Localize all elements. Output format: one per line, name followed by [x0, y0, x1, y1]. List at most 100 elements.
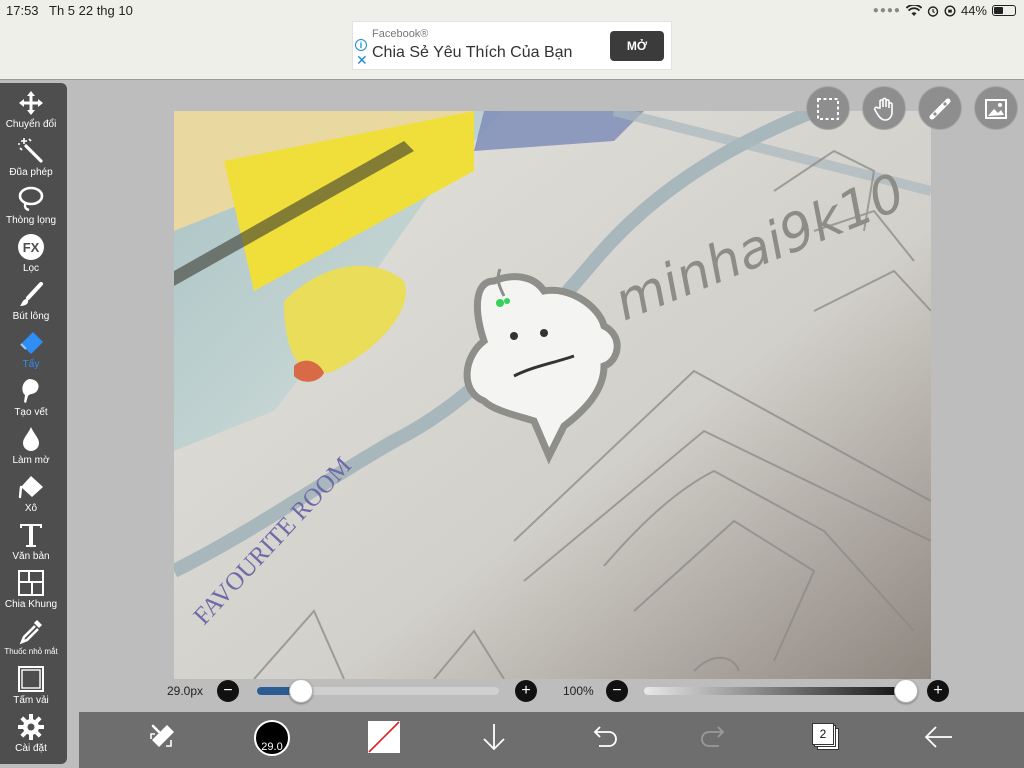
ad-banner[interactable]: i ✕ Facebook® Chia Sẻ Yêu Thích Của Bạn …	[352, 21, 672, 70]
smudge-icon	[22, 379, 39, 403]
alarm-icon	[927, 5, 939, 17]
brush-size-slider: 29.0px − +	[165, 679, 545, 703]
orientation-lock-icon	[944, 4, 956, 17]
download-button[interactable]	[474, 720, 514, 760]
brush-size-value: 29.0px	[167, 684, 204, 698]
tool-smudge[interactable]: Tạo vết	[0, 371, 62, 419]
battery-icon	[992, 5, 1016, 16]
arrow-down-icon	[483, 724, 505, 751]
ad-open-button[interactable]: MỞ	[610, 31, 664, 61]
brush-icon	[20, 282, 43, 306]
tool-label: Thòng lọng	[5, 215, 57, 226]
image-button[interactable]	[974, 86, 1018, 130]
tool-blur[interactable]: Làm mờ	[0, 419, 62, 467]
status-time: 17:53	[6, 3, 39, 18]
hand-button[interactable]	[862, 86, 906, 130]
tool-magic-wand[interactable]: Đũa phép	[0, 131, 62, 179]
battery-percentage: 44%	[960, 3, 987, 18]
brush-indicator-value: 29.0	[261, 741, 283, 753]
opacity-slider: 100% − +	[560, 679, 955, 703]
eyedropper-icon	[19, 620, 42, 645]
tool-frame-divider[interactable]: Chia Khung	[0, 563, 62, 611]
ad-title: Chia Sẻ Yêu Thích Của Bạn	[372, 44, 573, 61]
ad-info-icon[interactable]: i	[355, 39, 367, 51]
blur-drop-icon	[23, 427, 39, 451]
move-icon	[19, 91, 43, 115]
fx-filter-icon: FX	[18, 234, 44, 260]
undo-button[interactable]	[584, 720, 624, 760]
opacity-increase-button[interactable]: +	[927, 680, 949, 702]
wifi-icon	[905, 4, 922, 16]
tool-sidebar: Chuyển đổi Đũa phép Thòng lọng FX Lọc Bú…	[0, 83, 67, 764]
status-bar: 17:53 Th 5 22 thg 10 ●●●● 44%	[0, 0, 1024, 20]
tool-label: Bút lông	[12, 311, 50, 322]
opacity-decrease-button[interactable]: −	[606, 680, 628, 702]
image-icon	[985, 99, 1007, 119]
switch-brush-eraser-button[interactable]	[142, 720, 182, 760]
frame-divider-icon	[18, 570, 44, 596]
opacity-value: 100%	[563, 684, 594, 698]
brush-size-increase-button[interactable]: +	[515, 680, 537, 702]
ad-bar: i ✕ Facebook® Chia Sẻ Yêu Thích Của Bạn …	[0, 20, 1024, 80]
lasso-icon	[18, 186, 44, 212]
selection-marquee-icon	[817, 98, 839, 120]
bottom-toolbar: 29.0 2	[79, 712, 1024, 768]
ruler-button[interactable]	[918, 86, 962, 130]
tool-brush[interactable]: Bút lông	[0, 275, 62, 323]
tool-label: Đũa phép	[9, 167, 53, 178]
tool-label: Làm mờ	[12, 455, 50, 466]
undo-icon	[593, 726, 617, 747]
tool-text[interactable]: Văn bản	[0, 515, 62, 563]
gear-icon	[18, 714, 44, 740]
selection-button[interactable]	[806, 86, 850, 130]
tool-bucket[interactable]: Xô	[0, 467, 62, 515]
ruler-icon	[929, 98, 951, 120]
status-date: Th 5 22 thg 10	[49, 3, 133, 18]
tool-eraser[interactable]: Tẩy	[0, 323, 62, 371]
tool-filter[interactable]: FX Lọc	[0, 227, 62, 275]
eraser-icon	[20, 332, 43, 354]
tool-label: Lọc	[22, 263, 40, 274]
hand-icon	[873, 97, 893, 121]
brush-size-dot-icon: 29.0	[254, 720, 290, 756]
status-right-group: ●●●● 44%	[873, 3, 1016, 18]
brush-size-knob[interactable]	[288, 679, 313, 703]
redo-icon	[701, 726, 725, 747]
tool-transform[interactable]: Chuyển đổi	[0, 83, 62, 131]
layers-icon: 2	[812, 723, 840, 751]
canvas-icon	[18, 666, 44, 692]
tool-label: Chia Khung	[4, 599, 58, 610]
text-icon	[20, 524, 42, 547]
tool-label: Tẩy	[22, 359, 40, 370]
tool-label: Cài đặt	[15, 743, 47, 754]
brush-size-decrease-button[interactable]: −	[217, 680, 239, 702]
tool-label: Chuyển đổi	[5, 119, 57, 130]
svg-text:FX: FX	[23, 240, 40, 255]
magic-wand-icon	[18, 138, 43, 163]
swap-tools-icon	[150, 724, 174, 747]
tool-label: Tạo vết	[14, 407, 48, 418]
tool-label: Văn bản	[12, 551, 50, 562]
battery-level-fill	[994, 7, 1003, 14]
transparent-color-icon	[368, 721, 400, 753]
opacity-knob[interactable]	[894, 679, 918, 703]
cellular-dots-icon: ●●●●	[872, 5, 901, 16]
brush-size-indicator[interactable]: 29.0	[252, 720, 292, 760]
tool-label: Xô	[24, 503, 38, 514]
color-swatch-button[interactable]	[364, 720, 404, 760]
bucket-icon	[18, 476, 43, 499]
layers-button[interactable]: 2	[806, 720, 846, 760]
tool-label: Thuốc nhỏ mắt	[4, 647, 58, 656]
tool-canvas[interactable]: Tấm vải	[0, 659, 62, 707]
ad-close-icon[interactable]: ✕	[356, 53, 368, 67]
tool-label: Tấm vải	[13, 695, 49, 706]
tool-settings[interactable]: Cài đặt	[0, 707, 62, 755]
redo-button[interactable]	[694, 720, 734, 760]
opacity-track[interactable]	[644, 687, 906, 695]
ad-source: Facebook®	[372, 28, 429, 40]
back-button[interactable]	[919, 720, 959, 760]
tool-eyedropper[interactable]: Thuốc nhỏ mắt	[0, 611, 62, 659]
arrow-left-icon	[924, 726, 952, 748]
drawing-canvas[interactable]: FAVOURITE ROOM minhai9k10	[174, 111, 931, 679]
tool-lasso[interactable]: Thòng lọng	[0, 179, 62, 227]
